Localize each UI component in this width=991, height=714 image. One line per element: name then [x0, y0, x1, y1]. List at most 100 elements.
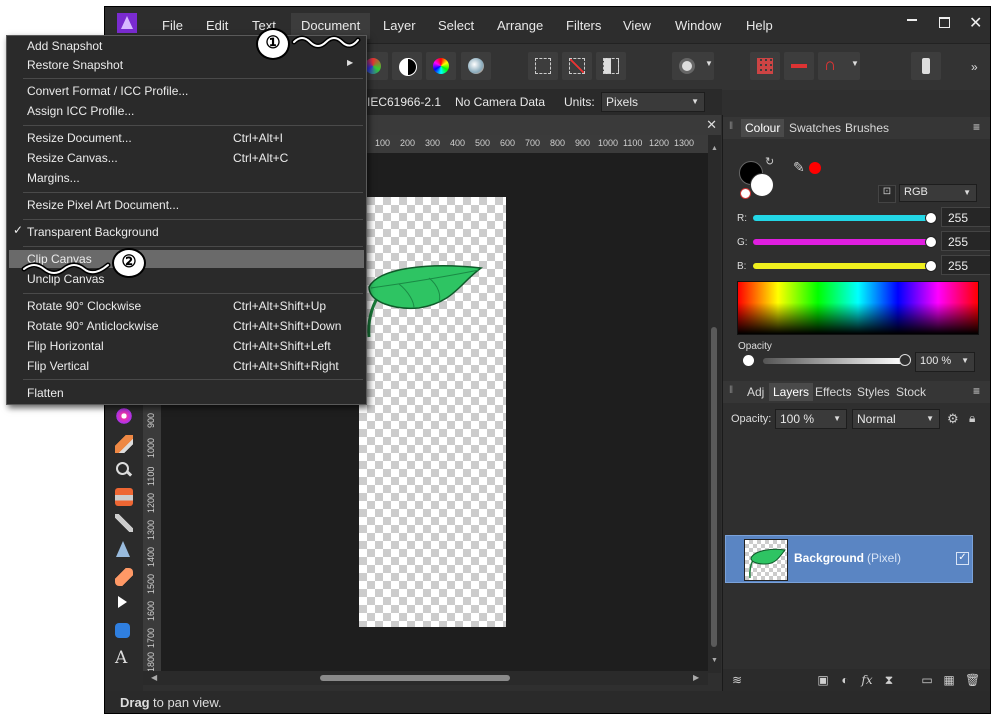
- clone-stamp-tool-icon[interactable]: [115, 488, 133, 506]
- menu-select[interactable]: Select: [438, 18, 474, 33]
- deselect-button[interactable]: [562, 52, 592, 80]
- menu-item-convert-format[interactable]: Convert Format / ICC Profile...: [27, 84, 188, 102]
- invert-selection-button[interactable]: [596, 52, 626, 80]
- menu-layer[interactable]: Layer: [383, 18, 416, 33]
- menu-filters[interactable]: Filters: [566, 18, 601, 33]
- g-slider-knob[interactable]: [925, 236, 937, 248]
- g-slider[interactable]: [753, 239, 933, 245]
- vertical-scroll-thumb[interactable]: [711, 327, 717, 647]
- menu-file[interactable]: File: [162, 18, 183, 33]
- color-wheel-button[interactable]: [426, 52, 456, 80]
- add-pixel-layer-icon[interactable]: ▦: [943, 674, 955, 686]
- text-tool-icon[interactable]: A: [115, 649, 133, 667]
- document-tab[interactable]: ✕: [363, 115, 721, 135]
- r-slider[interactable]: [753, 215, 933, 221]
- picked-color-swatch[interactable]: [809, 162, 821, 174]
- menu-arrange[interactable]: Arrange: [497, 18, 543, 33]
- menu-item-resize-document[interactable]: Resize Document...: [27, 131, 132, 149]
- sharpen-tool-icon[interactable]: [116, 541, 130, 557]
- panel-menu-icon[interactable]: ≡: [973, 120, 980, 134]
- live-filter-icon[interactable]: ⧗: [883, 674, 895, 686]
- scroll-down-icon[interactable]: ▼: [711, 657, 718, 664]
- scroll-left-icon[interactable]: ◀: [151, 673, 157, 682]
- swap-colors-icon[interactable]: ↻: [765, 155, 774, 168]
- tab-effects[interactable]: Effects: [815, 385, 851, 399]
- menu-edit[interactable]: Edit: [206, 18, 228, 33]
- tab-stock[interactable]: Stock: [896, 385, 926, 399]
- marquee-select-button[interactable]: [528, 52, 558, 80]
- menu-window[interactable]: Window: [675, 18, 721, 33]
- fx-icon[interactable]: fx: [861, 674, 873, 686]
- menu-item-flatten[interactable]: Flatten: [27, 386, 64, 404]
- delete-layer-icon[interactable]: 🗑︎: [965, 674, 980, 686]
- stroke-color-swatch[interactable]: [750, 173, 774, 197]
- color-spectrum[interactable]: [737, 281, 979, 335]
- group-folder-icon[interactable]: ▭: [921, 674, 933, 686]
- snap-arrow-button[interactable]: [784, 52, 814, 80]
- menu-item-margins[interactable]: Margins...: [27, 171, 80, 189]
- opacity-slider[interactable]: [763, 358, 903, 364]
- personas-button[interactable]: [911, 52, 941, 80]
- snapping-magnet-button[interactable]: ∩ ▼: [818, 52, 860, 80]
- tab-styles[interactable]: Styles: [857, 385, 890, 399]
- snapping-grid-button[interactable]: [750, 52, 780, 80]
- menu-item-flip-vertical[interactable]: Flip Vertical: [27, 359, 89, 377]
- maximize-icon[interactable]: [939, 17, 950, 28]
- eraser-tool-icon[interactable]: [115, 435, 133, 453]
- menu-item-rotate-acw[interactable]: Rotate 90° Anticlockwise: [27, 319, 159, 337]
- adjustment-layer-icon[interactable]: ◐: [839, 674, 851, 686]
- menu-item-resize-canvas[interactable]: Resize Canvas...: [27, 151, 118, 169]
- close-document-icon[interactable]: ✕: [706, 117, 717, 133]
- scroll-right-icon[interactable]: ▶: [693, 673, 699, 682]
- gear-icon[interactable]: ⚙: [947, 411, 959, 427]
- tab-adjustments[interactable]: Adj: [747, 385, 764, 399]
- color-picker-tool-icon[interactable]: [115, 407, 133, 425]
- menu-item-add-snapshot[interactable]: Add Snapshot: [27, 39, 102, 57]
- panel-menu-icon[interactable]: ≡: [973, 384, 980, 398]
- white-balance-button[interactable]: [461, 52, 491, 80]
- tab-layers[interactable]: Layers: [769, 383, 814, 401]
- menu-item-assign-icc[interactable]: Assign ICC Profile...: [27, 104, 134, 122]
- lock-layer-icon[interactable]: 🔒︎: [969, 411, 975, 426]
- b-slider[interactable]: [753, 263, 933, 269]
- menu-item-transparent-background[interactable]: Transparent Background: [27, 225, 159, 243]
- mask-layer-icon[interactable]: ▣: [817, 674, 829, 686]
- opacity-slider-knob[interactable]: [899, 354, 911, 366]
- overflow-chevron-icon[interactable]: »: [971, 60, 978, 74]
- menu-item-resize-pixel-art[interactable]: Resize Pixel Art Document...: [27, 198, 179, 216]
- layer-visibility-checkbox[interactable]: ✓: [956, 552, 969, 565]
- menu-item-flip-horizontal[interactable]: Flip Horizontal: [27, 339, 104, 357]
- tab-brushes[interactable]: Brushes: [845, 121, 889, 135]
- zoom-tool-icon[interactable]: [115, 461, 133, 479]
- node-tool-icon[interactable]: [118, 596, 127, 608]
- b-value-field[interactable]: 255: [941, 255, 990, 275]
- layer-row-background[interactable]: Background (Pixel) ✓: [725, 535, 973, 583]
- horizontal-scroll-thumb[interactable]: [320, 675, 510, 681]
- blend-mode-dropdown[interactable]: Normal ▼: [852, 409, 940, 429]
- layers-stack-icon[interactable]: ≋: [731, 674, 743, 686]
- g-value-field[interactable]: 255: [941, 231, 990, 251]
- menu-item-rotate-cw[interactable]: Rotate 90° Clockwise: [27, 299, 141, 317]
- lock-icon[interactable]: ⊡: [878, 185, 896, 203]
- menu-item-restore-snapshot[interactable]: Restore Snapshot: [27, 58, 123, 76]
- close-window-icon[interactable]: ✕: [969, 13, 982, 33]
- tab-colour[interactable]: Colour: [741, 119, 785, 137]
- black-white-button[interactable]: [392, 52, 422, 80]
- b-slider-knob[interactable]: [925, 260, 937, 272]
- minimize-icon[interactable]: [907, 19, 917, 21]
- r-slider-knob[interactable]: [925, 212, 937, 224]
- grip-icon[interactable]: ‖: [729, 385, 733, 396]
- tab-swatches[interactable]: Swatches: [789, 121, 841, 135]
- layer-opacity-field[interactable]: 100 % ▼: [775, 409, 847, 429]
- opacity-field[interactable]: 100 % ▼: [915, 352, 975, 372]
- color-model-dropdown[interactable]: RGB ▼: [899, 184, 977, 202]
- no-color-icon[interactable]: [740, 188, 751, 199]
- brush-tool-icon[interactable]: [115, 514, 133, 532]
- rectangle-tool-icon[interactable]: [115, 623, 130, 638]
- grip-icon[interactable]: ‖: [729, 121, 733, 132]
- scroll-up-icon[interactable]: ▲: [711, 145, 718, 152]
- quick-mask-button[interactable]: ▼: [672, 52, 714, 80]
- menu-help[interactable]: Help: [746, 18, 773, 33]
- units-dropdown[interactable]: Pixels ▼: [601, 92, 705, 112]
- patch-tool-icon[interactable]: [115, 568, 133, 586]
